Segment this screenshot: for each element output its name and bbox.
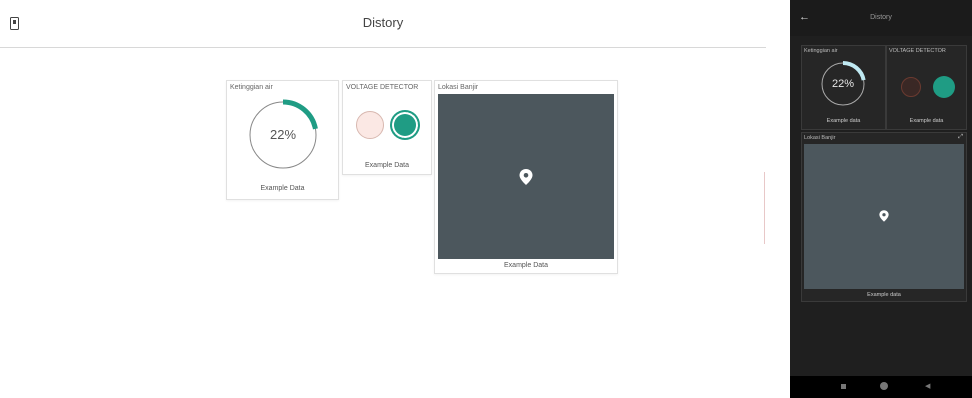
mobile-map-card-title: Lokasi Banjir xyxy=(804,135,836,141)
triangle-back-icon[interactable]: ◀ xyxy=(925,382,930,390)
mobile-voltage-card: VOLTAGE DETECTOR Example data xyxy=(886,45,967,130)
mobile-screen: ← Distory Ketinggian air 22% Example dat… xyxy=(790,0,972,398)
divider-line xyxy=(764,172,765,244)
gauge-card-footer: Example Data xyxy=(260,185,305,192)
desktop-header: Distory xyxy=(0,0,766,48)
voltage-card-title: VOLTAGE DETECTOR xyxy=(346,84,419,91)
mobile-voltage-card-title: VOLTAGE DETECTOR xyxy=(889,48,946,54)
mobile-gauge-card-title: Ketinggian air xyxy=(804,48,838,54)
gauge-card-title: Ketinggian air xyxy=(230,84,273,91)
map-card-title: Lokasi Banjir xyxy=(438,84,479,91)
expand-icon[interactable]: ⤢ xyxy=(958,134,963,141)
circle-icon[interactable] xyxy=(880,382,888,390)
mobile-page-title: Distory xyxy=(870,14,892,21)
map-pin-icon xyxy=(519,169,533,185)
led-off xyxy=(356,111,384,139)
gauge-card: Ketinggian air 22% Example Data xyxy=(226,80,339,200)
voltage-card: VOLTAGE DETECTOR Example Data xyxy=(342,80,432,175)
mobile-led-off xyxy=(901,77,921,97)
map-pin-icon xyxy=(879,210,889,222)
mobile-gauge-value: 22% xyxy=(831,78,855,90)
gauge-value: 22% xyxy=(269,127,297,142)
page-title: Distory xyxy=(362,15,404,30)
mobile-map-card-footer: Example data xyxy=(867,292,901,298)
mobile-map-card: Lokasi Banjir ⤢ Example data xyxy=(801,132,967,302)
square-icon[interactable] xyxy=(841,384,846,389)
mobile-map-view[interactable] xyxy=(804,144,964,289)
mobile-gauge-card: Ketinggian air 22% Example data xyxy=(801,45,886,130)
android-nav-bar: ◀ xyxy=(790,376,972,398)
mobile-header: ← Distory xyxy=(790,0,972,36)
mobile-led-on xyxy=(933,76,955,98)
voltage-card-footer: Example Data xyxy=(365,162,409,169)
led-on xyxy=(390,110,420,140)
map-view[interactable] xyxy=(438,94,614,259)
map-card-footer: Example Data xyxy=(504,262,548,269)
map-card: Lokasi Banjir Example Data xyxy=(434,80,618,274)
mobile-voltage-card-footer: Example data xyxy=(909,118,944,124)
mobile-gauge-card-footer: Example data xyxy=(826,118,861,124)
